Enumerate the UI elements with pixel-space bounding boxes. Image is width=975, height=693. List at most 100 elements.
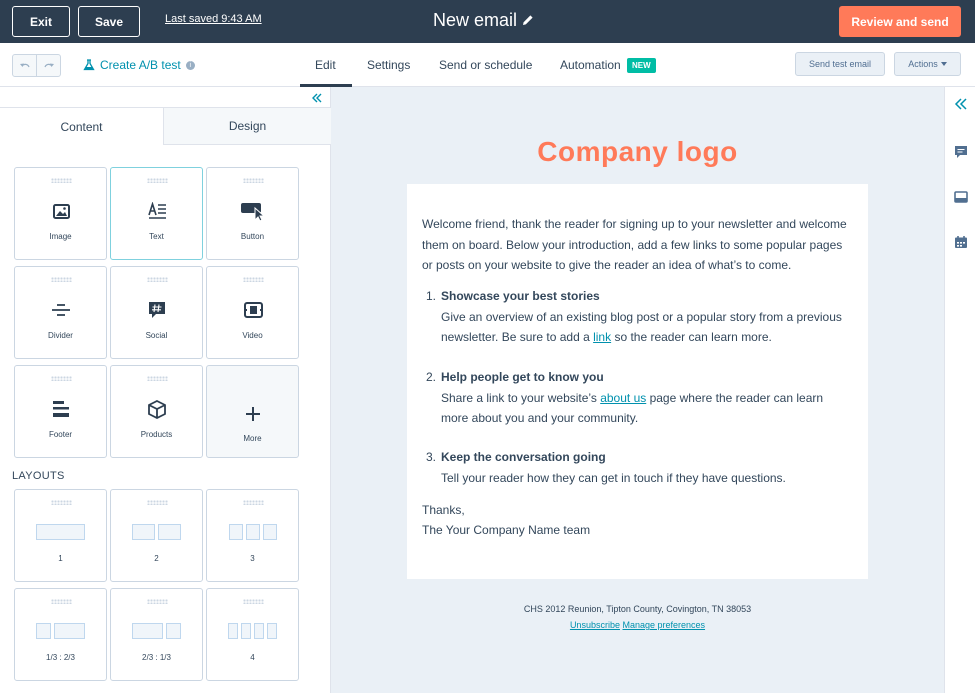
module-video[interactable]: Video [206,266,299,359]
list-item: Help people get to know you Share a link… [441,367,853,429]
list-heading: Keep the conversation going [441,450,606,464]
email-body[interactable]: Welcome friend, thank the reader for sig… [407,184,868,579]
module-label: More [243,434,262,443]
intro-paragraph: Welcome friend, thank the reader for sig… [422,217,847,272]
drag-handle-icon [51,376,72,381]
redo-icon[interactable] [36,55,60,76]
list-number: 1. [426,289,437,303]
signoff-line: The Your Company Name team [422,523,591,537]
info-icon[interactable]: i [185,60,195,70]
social-hashtag-icon [145,298,169,322]
top-bar: Exit Save Last saved 9:43 AM New email R… [0,0,975,43]
drag-handle-icon [51,599,72,604]
drag-handle-icon [147,500,168,505]
pencil-icon[interactable] [521,13,535,27]
tab-send-or-schedule[interactable]: Send or schedule [439,58,532,72]
layout-1-3-2-3[interactable]: 1/3 : 2/3 [14,588,107,681]
divider-icon [49,298,73,322]
exit-button[interactable]: Exit [12,6,70,37]
actions-label: Actions [908,59,938,69]
create-ab-test-link[interactable]: Create A/B test i [83,58,195,72]
drag-handle-icon [147,277,168,282]
module-footer[interactable]: Footer [14,365,107,458]
drag-handle-icon [147,599,168,604]
drag-handle-icon [243,277,264,282]
list-item: Showcase your best stories Give an overv… [441,286,853,348]
footer-address: CHS 2012 Reunion, Tipton County, Covingt… [523,604,752,614]
manage-preferences-link[interactable]: Manage preferences [622,620,705,630]
layout-1[interactable]: 1 [14,489,107,582]
module-divider[interactable]: Divider [14,266,107,359]
expand-panel-icon[interactable] [954,97,968,111]
module-social[interactable]: Social [110,266,203,359]
last-saved-link[interactable]: Last saved 9:43 AM [165,13,262,25]
module-label: Footer [48,430,73,439]
collapse-panel-icon[interactable] [311,92,323,104]
layout-label: 2 [154,554,159,563]
text-icon [145,199,169,223]
footer-icon [49,397,73,421]
list-text: Share a link to your website’s [441,390,601,405]
review-and-send-button[interactable]: Review and send [839,6,961,37]
layout-preview [111,623,202,639]
flask-icon [83,59,95,71]
email-title[interactable]: New email [433,10,517,31]
tab-settings[interactable]: Settings [367,58,410,72]
module-image[interactable]: Image [14,167,107,260]
layout-label: 1 [58,554,63,563]
drag-handle-icon [147,178,168,183]
list-heading: Help people get to know you [441,370,604,384]
layout-preview [15,524,106,540]
tab-edit[interactable]: Edit [315,58,336,72]
left-sidebar: Content Design Image Text Button Divider [0,87,331,693]
new-badge: NEW [627,58,656,73]
footer-links: Unsubscribe Manage preferences [331,620,944,630]
layout-label: 3 [250,554,255,563]
list-text: Tell your reader how they can get in tou… [441,470,786,485]
unsubscribe-link[interactable]: Unsubscribe [570,620,620,630]
save-button[interactable]: Save [78,6,140,37]
layout-label: 1/3 : 2/3 [46,653,75,662]
module-label: Products [140,430,173,439]
layout-2[interactable]: 2 [110,489,203,582]
list-text: so the reader can learn more. [611,330,772,344]
drag-handle-icon [243,599,264,604]
drag-handle-icon [51,277,72,282]
module-more[interactable]: More [206,365,299,458]
caret-down-icon [940,62,947,66]
calendar-icon[interactable] [954,235,968,249]
ab-test-label: Create A/B test [100,58,181,72]
layouts-heading: LAYOUTS [12,470,65,482]
right-rail [944,87,975,693]
comment-icon[interactable] [954,145,968,159]
tab-automation[interactable]: Automation [560,58,621,72]
company-logo[interactable]: Company logo [331,136,944,168]
module-button[interactable]: Button [206,167,299,260]
actions-dropdown[interactable]: Actions [894,52,961,76]
about-us-link[interactable]: about us [600,391,646,405]
drag-handle-icon [51,178,72,183]
module-text[interactable]: Text [110,167,203,260]
tab-design[interactable]: Design [164,107,331,145]
layout-2-3-1-3[interactable]: 2/3 : 1/3 [110,588,203,681]
module-products[interactable]: Products [110,365,203,458]
link[interactable]: link [593,330,611,344]
module-label: Video [242,331,263,340]
layout-label: 2/3 : 1/3 [142,653,171,662]
undo-icon[interactable] [13,55,36,76]
layout-preview [207,524,298,540]
tab-content[interactable]: Content [0,107,164,145]
thanks-line: Thanks, [422,503,465,517]
undo-redo-group [12,54,61,77]
send-test-email-button[interactable]: Send test email [795,52,885,76]
drag-handle-icon [51,500,72,505]
module-label: Button [240,232,265,241]
preview-window-icon[interactable] [954,190,968,204]
layout-3[interactable]: 3 [206,489,299,582]
module-label: Divider [48,331,73,340]
layout-preview [207,623,298,639]
list-number: 3. [426,450,437,464]
list-heading: Showcase your best stories [441,289,600,303]
list-item: Keep the conversation going Tell your re… [441,447,853,488]
layout-4[interactable]: 4 [206,588,299,681]
